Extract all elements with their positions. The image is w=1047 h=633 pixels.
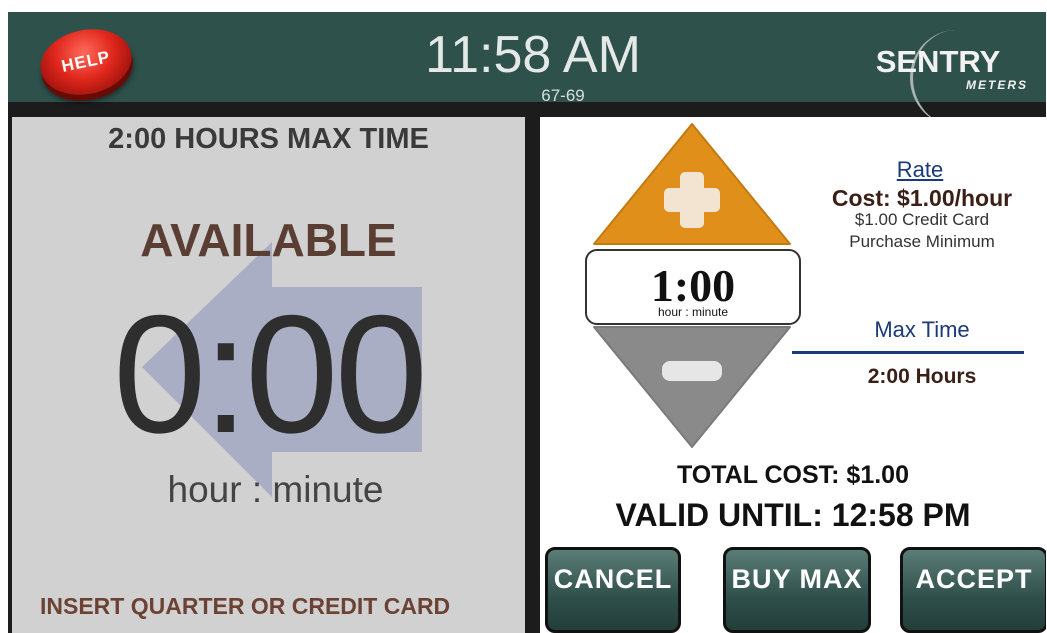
rate-heading: Rate [896,157,944,182]
status-label: AVAILABLE [140,214,397,266]
remaining-time-unit: hour : minute [167,469,384,510]
purchase-panel: 1:00 hour : minute Rate Cost: $1.00/hour… [540,117,1046,633]
rate-note-line2: Purchase Minimum [849,232,995,251]
rate-cost: Cost: $1.00/hour [831,185,1013,211]
selected-time-unit: hour : minute [657,305,729,319]
accept-button[interactable]: ACCEPT [900,547,1046,633]
help-button[interactable]: HELP [34,21,138,103]
max-time-value: 2:00 Hours [867,365,977,388]
top-bar: HELP 11:58 AM 67-69 SENTRY METERS [8,12,1046,126]
sentry-logo: SENTRY METERS [848,30,1029,126]
clock: 11:58 AM [425,26,641,84]
remaining-time: 0:00 [113,280,428,468]
insert-payment-message: INSERT QUARTER OR CREDIT CARD [40,593,451,619]
valid-until: VALID UNTIL: 12:58 PM [615,497,971,533]
logo-sub-text: METERS [966,78,1029,92]
minus-button[interactable] [592,325,792,449]
max-time-header: 2:00 HOURS MAX TIME [108,123,429,155]
rate-note-line1: $1.00 Credit Card [854,210,990,229]
cancel-button[interactable]: CANCEL [545,547,681,633]
max-time-heading: Max Time [874,317,970,342]
minus-icon [662,361,722,381]
selected-time-display: 1:00 hour : minute [585,249,801,325]
plus-button[interactable] [592,122,792,246]
time-status-panel: 2:00 HOURS MAX TIME AVAILABLE 0:00 hour … [12,117,525,633]
logo-main-text: SENTRY [875,44,1001,79]
buy-max-button[interactable]: BUY MAX [723,547,871,633]
total-cost: TOTAL COST: $1.00 [676,461,909,489]
zone-number: 67-69 [541,86,585,105]
max-time-divider [792,351,1024,354]
